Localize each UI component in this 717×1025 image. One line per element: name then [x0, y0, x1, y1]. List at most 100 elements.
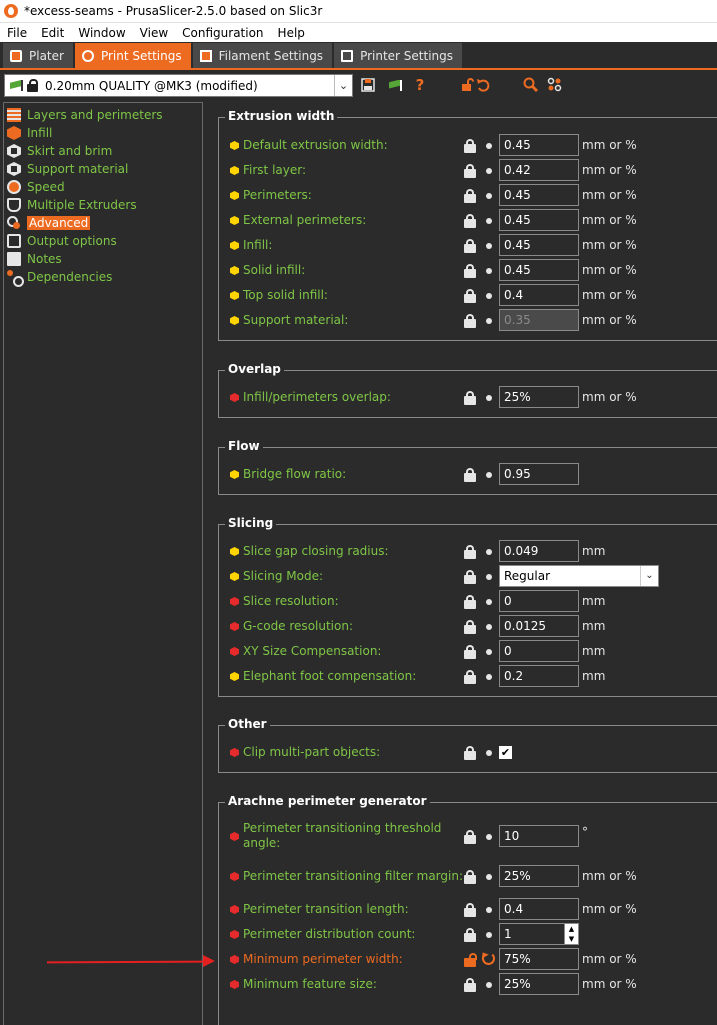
lock-icon[interactable] [464, 264, 476, 278]
tree-item-layers-and-perimeters[interactable]: Layers and perimeters [4, 106, 202, 124]
dot-icon[interactable] [486, 982, 492, 988]
first-layer-width-input[interactable] [499, 159, 579, 181]
perimeters-width-input[interactable] [499, 184, 579, 206]
tab-printer-settings[interactable]: Printer Settings [334, 43, 463, 68]
lock-icon[interactable] [464, 189, 476, 203]
undo-arrow-icon[interactable] [482, 952, 495, 965]
xy-size-compensation-input[interactable] [499, 640, 579, 662]
tree-item-infill[interactable]: Infill [4, 124, 202, 142]
lock-icon[interactable] [464, 139, 476, 153]
dot-icon[interactable] [486, 907, 492, 913]
transitioning-threshold-angle-input[interactable] [499, 825, 579, 847]
dot-icon[interactable] [486, 318, 492, 324]
lock-icon[interactable] [464, 670, 476, 684]
tree-item-output-options[interactable]: Output options [4, 232, 202, 250]
tree-item-multiple-extruders[interactable]: Multiple Extruders [4, 196, 202, 214]
menu-edit[interactable]: Edit [34, 26, 71, 40]
dot-icon[interactable] [486, 750, 492, 756]
save-preset-icon[interactable] [359, 76, 377, 94]
external-perimeters-width-input[interactable] [499, 209, 579, 231]
menu-window[interactable]: Window [71, 26, 132, 40]
default-extrusion-width-input[interactable] [499, 134, 579, 156]
distribution-count-spinner[interactable]: 1 ▲ ▼ [499, 923, 579, 945]
compare-flag-icon[interactable] [387, 76, 405, 94]
slicing-mode-select[interactable]: Regular ⌄ [499, 565, 659, 587]
tab-print-settings[interactable]: Print Settings [74, 43, 191, 68]
transition-length-input[interactable] [499, 898, 579, 920]
dot-icon[interactable] [486, 834, 492, 840]
tree-item-notes[interactable]: Notes [4, 250, 202, 268]
dot-icon[interactable] [486, 624, 492, 630]
undo-arrow-icon[interactable] [474, 76, 492, 94]
menu-file[interactable]: File [0, 26, 34, 40]
spin-down-icon[interactable]: ▼ [565, 934, 578, 944]
dot-icon[interactable] [486, 293, 492, 299]
lock-icon[interactable] [464, 391, 476, 405]
dot-icon[interactable] [486, 268, 492, 274]
dot-icon[interactable] [486, 218, 492, 224]
lock-icon[interactable] [464, 570, 476, 584]
lock-icon[interactable] [464, 214, 476, 228]
top-solid-infill-width-input[interactable] [499, 284, 579, 306]
spin-buttons[interactable]: ▲ ▼ [564, 924, 578, 944]
preset-select[interactable]: 0.20mm QUALITY @MK3 (modified) ⌄ [4, 74, 353, 97]
elephant-foot-compensation-input[interactable] [499, 665, 579, 687]
dot-icon[interactable] [486, 599, 492, 605]
lock-icon[interactable] [464, 314, 476, 328]
lock-icon[interactable] [464, 903, 476, 917]
dot-icon[interactable] [486, 649, 492, 655]
menu-help[interactable]: Help [271, 26, 312, 40]
infill-perimeters-overlap-input[interactable] [499, 386, 579, 408]
menu-configuration[interactable]: Configuration [175, 26, 270, 40]
lock-open-icon[interactable] [464, 953, 477, 967]
lock-icon[interactable] [464, 830, 476, 844]
lock-icon[interactable] [464, 746, 476, 760]
min-feature-size-input[interactable] [499, 973, 579, 995]
dot-icon[interactable] [486, 472, 492, 478]
lock-icon[interactable] [464, 645, 476, 659]
dot-icon[interactable] [486, 574, 492, 580]
solid-infill-width-input[interactable] [499, 259, 579, 281]
slice-resolution-input[interactable] [499, 590, 579, 612]
chevron-down-icon[interactable]: ⌄ [640, 566, 658, 586]
lock-icon[interactable] [464, 289, 476, 303]
lock-icon[interactable] [464, 239, 476, 253]
dot-icon[interactable] [486, 143, 492, 149]
min-perimeter-width-input[interactable] [499, 948, 579, 970]
lock-icon[interactable] [464, 595, 476, 609]
dot-icon[interactable] [486, 932, 492, 938]
dot-icon[interactable] [486, 395, 492, 401]
dot-icon[interactable] [486, 168, 492, 174]
lock-icon[interactable] [464, 545, 476, 559]
lock-icon[interactable] [464, 620, 476, 634]
lock-icon[interactable] [464, 978, 476, 992]
lock-icon[interactable] [464, 164, 476, 178]
tab-plater[interactable]: Plater [3, 43, 73, 68]
dot-icon[interactable] [486, 193, 492, 199]
tree-item-support-material[interactable]: Support material [4, 160, 202, 178]
slice-gap-closing-radius-input[interactable] [499, 540, 579, 562]
bridge-flow-ratio-input[interactable] [499, 463, 579, 485]
dot-icon[interactable] [486, 874, 492, 880]
clip-multipart-checkbox[interactable]: ✔ [499, 746, 512, 759]
gcode-resolution-input[interactable] [499, 615, 579, 637]
tree-item-skirt-and-brim[interactable]: Skirt and brim [4, 142, 202, 160]
dot-icon[interactable] [486, 549, 492, 555]
spin-up-icon[interactable]: ▲ [565, 924, 578, 934]
chevron-down-icon[interactable]: ⌄ [334, 75, 352, 96]
compare-presets-icon[interactable] [546, 76, 564, 94]
tree-item-advanced[interactable]: Advanced [4, 214, 202, 232]
dot-icon[interactable] [486, 243, 492, 249]
search-icon[interactable] [522, 76, 540, 94]
menu-view[interactable]: View [133, 26, 175, 40]
tree-item-dependencies[interactable]: Dependencies [4, 268, 202, 287]
transitioning-filter-margin-input[interactable] [499, 865, 579, 887]
infill-width-input[interactable] [499, 234, 579, 256]
lock-icon[interactable] [464, 928, 476, 942]
question-icon[interactable]: ? [411, 76, 429, 94]
tree-item-speed[interactable]: Speed [4, 178, 202, 196]
dot-icon[interactable] [486, 674, 492, 680]
tab-filament-settings[interactable]: Filament Settings [192, 43, 333, 68]
lock-icon[interactable] [464, 468, 476, 482]
lock-icon[interactable] [464, 870, 476, 884]
